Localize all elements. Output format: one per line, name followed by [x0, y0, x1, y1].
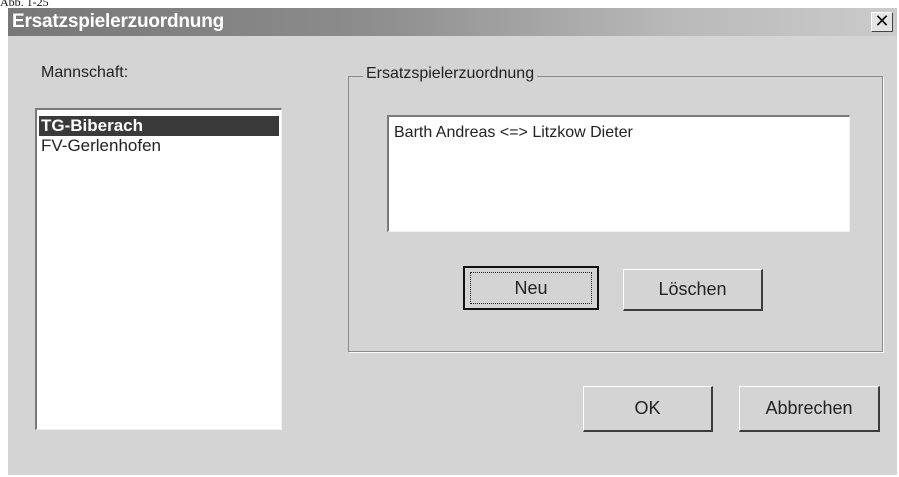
assignment-group-label: Ersatzspielerzuordnung — [363, 65, 538, 83]
close-button[interactable]: ✕ — [871, 12, 893, 32]
team-list-item[interactable]: FV-Gerlenhofen — [39, 136, 279, 156]
team-list-item[interactable]: TG-Biberach — [39, 116, 279, 136]
ok-button-label: OK — [634, 398, 661, 418]
delete-button[interactable]: Löschen — [623, 269, 763, 311]
new-button-label: Neu — [514, 277, 548, 298]
new-button[interactable]: Neu — [463, 266, 599, 310]
window-title: Ersatzspielerzuordnung — [12, 11, 225, 32]
substitute-dialog: Ersatzspielerzuordnung ✕ Mannschaft: TG-… — [8, 8, 897, 475]
figure-label: Abb. 1-25 — [0, 0, 49, 8]
cancel-button-label: Abbrechen — [765, 398, 853, 418]
title-bar[interactable]: Ersatzspielerzuordnung ✕ — [8, 8, 897, 36]
delete-button-label: Löschen — [658, 279, 727, 299]
assignment-list-item[interactable]: Barth Andreas <=> Litzkow Dieter — [394, 124, 849, 142]
team-listbox[interactable]: TG-Biberach FV-Gerlenhofen — [35, 108, 282, 430]
team-label: Mannschaft: — [41, 64, 129, 81]
assignment-groupbox: Ersatzspielerzuordnung Barth Andreas <=>… — [348, 65, 883, 352]
close-icon: ✕ — [874, 11, 890, 31]
assignment-listbox[interactable]: Barth Andreas <=> Litzkow Dieter — [387, 115, 850, 232]
ok-button[interactable]: OK — [583, 386, 713, 432]
cancel-button[interactable]: Abbrechen — [739, 386, 880, 432]
